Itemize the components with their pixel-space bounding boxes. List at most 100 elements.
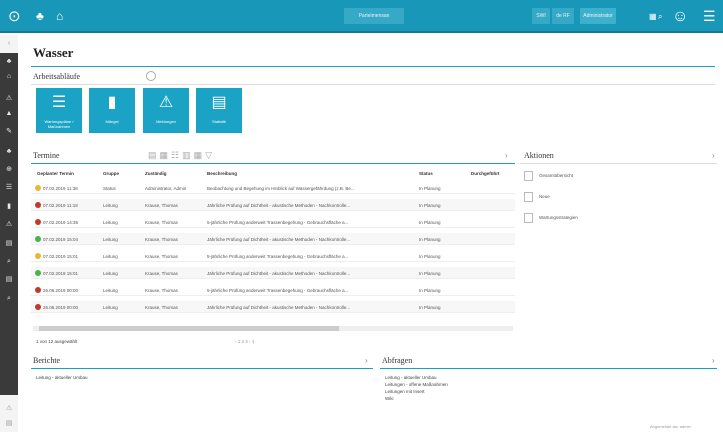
cell-desc: Beobachtung und Begehung im Hinblick auf… <box>207 186 355 191</box>
sidebar-icon-11[interactable]: ▤ <box>0 240 18 248</box>
book-icon: ▮ <box>107 94 117 111</box>
title-divider <box>31 66 715 67</box>
status-dot-icon <box>35 202 41 208</box>
top-bar: ⊙ ♣ ⌂ Parteimensan SWI de RF Administrat… <box>0 0 723 33</box>
sidebar-icon-8[interactable]: ☰ <box>0 184 18 192</box>
cell-desc: 5-jährliche Prüfung anderweit Trassenbeg… <box>207 254 349 259</box>
pager[interactable]: ‹ 1 2 3 › ›| <box>235 339 254 344</box>
sidebar-icon-13[interactable]: ▤ <box>0 276 18 284</box>
aktion-item[interactable]: Gesamtübersicht <box>524 171 573 181</box>
aktion-label: Gesamtübersicht <box>539 173 574 179</box>
document-icon: ▤ <box>211 94 227 111</box>
cell-status: In Planung <box>419 237 441 242</box>
search-icon[interactable]: ⌕ <box>658 0 662 33</box>
cell-date: 07.02.2019 11:18 <box>43 203 78 208</box>
berichte-divider <box>31 368 373 369</box>
tile-maengel[interactable]: ▮ Mängel <box>89 88 135 133</box>
aktion-label: Neue <box>539 194 550 200</box>
collapse-icon[interactable]: ‹ <box>0 40 18 48</box>
abfrage-item[interactable]: Leitung - aktueller Umbau <box>385 375 437 380</box>
cell-status: In Planung <box>419 254 441 259</box>
table-row[interactable]: 07.02.2019 14:35 Leitung Krause, Thomas 5-j… <box>31 216 515 228</box>
cell-desc: Jährliche Prüfung auf Dichtheit - akusti… <box>207 237 351 242</box>
sidebar-icon-6[interactable]: ♣ <box>0 148 18 156</box>
user-icon[interactable]: ☺ <box>672 0 688 33</box>
sidebar-icon-14[interactable]: ⌕ <box>0 295 18 303</box>
cell-status: In Planung <box>419 305 441 310</box>
col-status[interactable]: Status <box>419 171 433 176</box>
workflow-settings-icon[interactable] <box>146 71 156 81</box>
col-desc[interactable]: Beschreibung <box>207 171 237 176</box>
back-arrow-icon[interactable]: ⊙ <box>8 0 21 33</box>
btn-a[interactable]: SWI <box>532 8 550 24</box>
cell-status: In Planung <box>419 288 441 293</box>
btn-c[interactable]: Administrator <box>580 8 616 24</box>
sidebar-icon-7[interactable]: ⊕ <box>0 166 18 174</box>
tile-wartungsplaene[interactable]: ☰ Wartungspläne / Maßnahmen <box>36 88 82 133</box>
status-dot-icon <box>35 185 41 191</box>
grid-icon[interactable]: ▥ <box>182 150 194 160</box>
tile-statistik[interactable]: ▤ Statistik <box>196 88 242 133</box>
abfragen-chevron-icon[interactable]: › <box>712 356 715 365</box>
sidebar-icon-1[interactable]: ♣ <box>0 58 18 66</box>
col-group[interactable]: Gruppe <box>103 171 119 176</box>
col-date[interactable]: Geplanter Termin <box>37 171 74 176</box>
sidebar-icon-10[interactable]: ⚠ <box>0 221 18 229</box>
filter-icon[interactable]: ▽ <box>205 150 215 160</box>
tile-label: Wartungspläne / Maßnahmen <box>44 119 74 129</box>
cell-date: 07.02.2019 15:04 <box>43 237 79 242</box>
table-row[interactable]: 07.02.2019 11:18 Leitung Krause, Thomas Jäh… <box>31 199 515 211</box>
list-icon[interactable]: ▤ <box>148 150 160 160</box>
columns-icon[interactable]: ▦ <box>194 150 206 160</box>
sidebar-icon-2[interactable]: ⌂ <box>0 73 18 81</box>
aktion-item[interactable]: Wartungsstrategien <box>524 213 578 223</box>
bericht-item[interactable]: Leitung - aktueller Umbau <box>36 375 88 380</box>
btn-b[interactable]: de RF <box>552 8 574 24</box>
table-row[interactable]: 07.02.2019 11:38 Status Administrator, Adm… <box>31 182 515 194</box>
menu-icon[interactable]: ☰ <box>703 0 716 33</box>
sidebar-icon-16[interactable]: ▤ <box>0 420 18 428</box>
abfrage-item[interactable]: Leitungen mit Insert <box>385 389 425 394</box>
termine-title: Termine <box>33 151 60 160</box>
aktion-item[interactable]: Neue <box>524 192 550 202</box>
selection-count: 1 von 12 ausgewählt <box>36 339 78 344</box>
people-icon[interactable]: ♣ <box>36 0 44 33</box>
page-title: Wasser <box>33 45 74 60</box>
abfrage-item[interactable]: Wiki <box>385 396 394 401</box>
aktionen-title: Aktionen <box>524 151 554 160</box>
sidebar-icon-15[interactable]: ⚠ <box>0 405 18 413</box>
table-row[interactable]: 07.02.2019 15:01 Leitung Krause, Thomas 5-j… <box>31 250 515 262</box>
cell-desc: Jährliche Prüfung auf Dichtheit - akusti… <box>207 203 351 208</box>
cell-desc: Jährliche Prüfung auf Dichtheit - akusti… <box>207 305 351 310</box>
workflows-divider <box>31 84 715 85</box>
sidebar-icon-9[interactable]: ▮ <box>0 203 18 211</box>
sidebar-icon-12[interactable]: ⌕ <box>0 258 18 266</box>
cell-status: In Planung <box>419 220 441 225</box>
col-done[interactable]: Durchgeführt <box>471 171 500 176</box>
aktionen-divider <box>520 163 717 164</box>
termine-chevron-icon[interactable]: › <box>505 151 508 160</box>
grid-icon[interactable]: ▦ <box>649 0 657 33</box>
building-icon[interactable]: ⌂ <box>56 0 63 33</box>
cell-resp: Krause, Thomas <box>145 237 178 242</box>
sidebar-icon-3[interactable]: ⚠ <box>0 95 18 103</box>
table-row[interactable]: 26.06.2019 00:00 Leitung Krause, Thomas 5-j… <box>31 284 515 296</box>
tile-meldungen[interactable]: ⚠ Meldungen <box>143 88 189 133</box>
table-row[interactable]: 07.02.2019 15:04 Leitung Krause, Thomas Jäh… <box>31 233 515 245</box>
table-icon[interactable]: ☷ <box>171 150 182 160</box>
aktionen-chevron-icon[interactable]: › <box>712 151 715 160</box>
sidebar-icon-4[interactable]: ▲ <box>0 110 18 118</box>
center-button[interactable]: Parteimensan <box>344 8 404 24</box>
col-resp[interactable]: Zuständig <box>145 171 167 176</box>
sidebar-icon-5[interactable]: ✎ <box>0 128 18 136</box>
status-dot-icon <box>35 304 41 310</box>
calendar-icon[interactable]: ▦ <box>160 150 172 160</box>
scrollbar-thumb[interactable] <box>39 326 339 331</box>
horizontal-scrollbar[interactable] <box>33 326 513 331</box>
abfrage-item[interactable]: Leitungen - offene Maßnahmen <box>385 382 448 387</box>
workflows-title: Arbeitsabläufe <box>33 72 81 81</box>
table-row[interactable]: 07.02.2019 15:01 Leitung Krause, Thomas Jäh… <box>31 267 515 279</box>
berichte-chevron-icon[interactable]: › <box>365 356 368 365</box>
table-row[interactable]: 26.06.2019 00:00 Leitung Krause, Thomas Jäh… <box>31 301 515 313</box>
termine-divider <box>31 163 515 164</box>
